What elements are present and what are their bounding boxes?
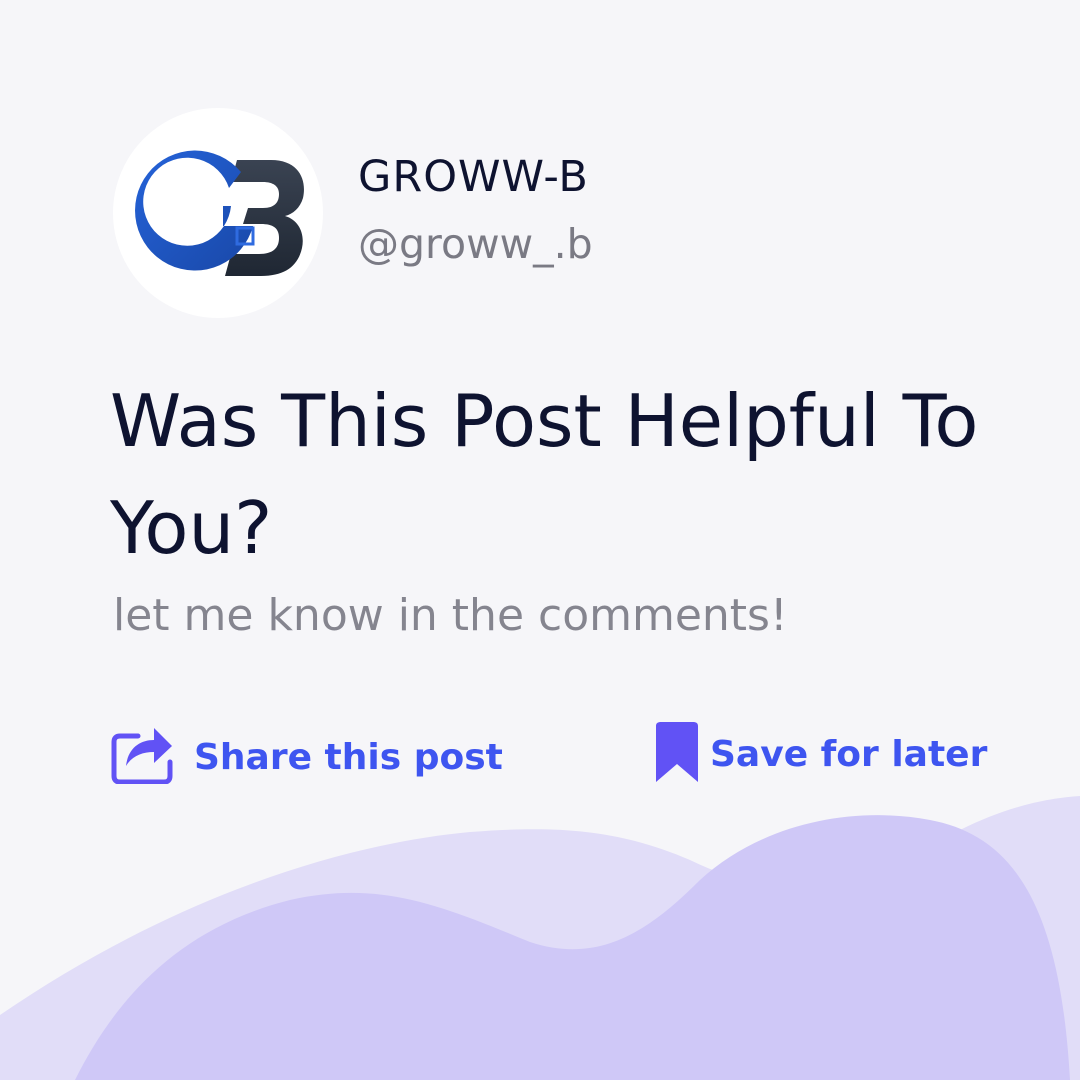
profile-name: GROWW-B bbox=[358, 152, 589, 202]
avatar[interactable] bbox=[113, 108, 323, 318]
post-headline: Was This Post Helpful To You? bbox=[110, 379, 979, 570]
bookmark-icon bbox=[653, 720, 701, 788]
save-button[interactable]: Save for later bbox=[653, 720, 987, 788]
profile-handle: @groww_.b bbox=[358, 220, 593, 268]
share-button[interactable]: Share this post bbox=[110, 720, 503, 788]
post-subtext: let me know in the comments! bbox=[113, 590, 788, 641]
save-label: Save for later bbox=[710, 733, 988, 775]
share-label: Share this post bbox=[194, 736, 503, 778]
gb-logo-icon bbox=[135, 150, 304, 276]
share-icon bbox=[110, 720, 174, 788]
